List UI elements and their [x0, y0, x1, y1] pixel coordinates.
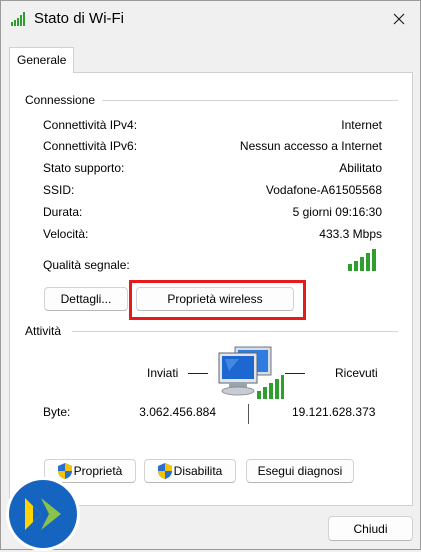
details-button[interactable]: Dettagli... [44, 287, 128, 311]
title-bar: Stato di Wi-Fi [1, 1, 420, 35]
activity-divider [72, 331, 398, 332]
signal-strength-icon [348, 249, 376, 271]
wifi-status-window: Stato di Wi-Fi Generale Connessione Conn… [0, 0, 421, 550]
ipv6-value: Nessun accesso a Internet [239, 139, 382, 153]
close-icon [393, 13, 405, 25]
media-state-label: Stato supporto: [43, 161, 125, 175]
speed-value: 433.3 Mbps [319, 227, 382, 241]
app-logo-badge [6, 477, 80, 551]
diagnose-button[interactable]: Esegui diagnosi [246, 459, 354, 483]
received-connector [285, 373, 305, 374]
highlight-annotation [129, 280, 306, 320]
activity-section-label: Attività [25, 324, 66, 338]
ipv4-value: Internet [341, 118, 382, 132]
media-state-value: Abilitato [339, 161, 382, 175]
disable-button-label: Disabilita [173, 464, 223, 478]
tab-general[interactable]: Generale [9, 47, 75, 73]
duration-value: 5 giorni 09:16:30 [292, 205, 382, 219]
bytes-divider [248, 404, 249, 424]
ipv4-label: Connettività IPv4: [43, 118, 138, 132]
connection-section-label: Connessione [25, 93, 100, 107]
window-title: Stato di Wi-Fi [34, 10, 125, 27]
ssid-value: Vodafone-A61505568 [265, 183, 382, 197]
ipv6-label: Connettività IPv6: [43, 139, 138, 153]
wifi-signal-icon [11, 12, 25, 26]
tab-strip: Generale [9, 47, 413, 73]
connection-divider [102, 100, 398, 101]
bytes-received-value: 19.121.628.373 [292, 405, 376, 419]
bytes-label: Byte: [43, 405, 71, 419]
close-window-button[interactable] [384, 6, 414, 32]
close-button[interactable]: Chiudi [328, 516, 413, 541]
signal-quality-label: Qualità segnale: [43, 258, 130, 272]
received-label: Ricevuti [335, 366, 378, 380]
bytes-sent-value: 3.062.456.884 [139, 405, 216, 419]
duration-label: Durata: [43, 205, 83, 219]
ssid-label: SSID: [43, 183, 75, 197]
tab-general-label: Generale [17, 53, 67, 67]
network-computers-icon [218, 346, 284, 399]
sent-connector [188, 373, 208, 374]
speed-label: Velocità: [43, 227, 89, 241]
uac-shield-icon [157, 463, 172, 479]
sent-label: Inviati [147, 366, 179, 380]
disable-button[interactable]: Disabilita [144, 459, 236, 483]
